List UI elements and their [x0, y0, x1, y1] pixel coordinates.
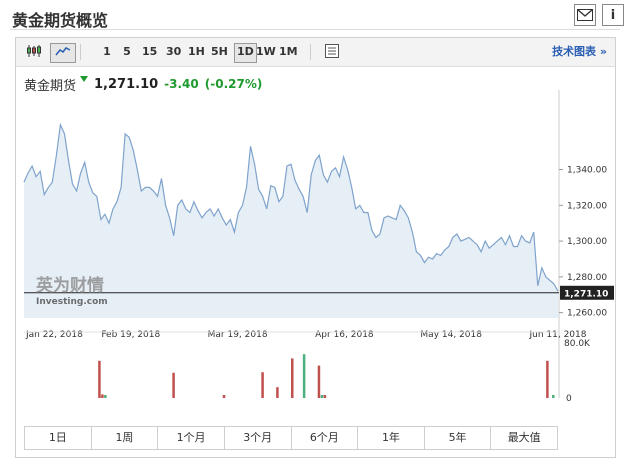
chart-panel: 1 5 15 30 1H 5H 1D 1W 1M 技术图表 » 黄金期货 1,271.10 -3… — [15, 37, 616, 458]
volume-bar — [546, 360, 549, 398]
price-area — [24, 124, 558, 318]
volume-bar — [98, 360, 101, 398]
range-button-4[interactable]: 6个月 — [291, 427, 359, 449]
volume-bar — [320, 395, 324, 398]
range-button-5[interactable]: 1年 — [358, 427, 425, 449]
mail-icon[interactable] — [574, 4, 596, 26]
range-selector: 1日 1周 1个月 3个月 6个月 1年 5年 最大值 — [24, 426, 558, 450]
current-price-label: 1,271.10 — [564, 289, 608, 299]
range-button-6[interactable]: 5年 — [424, 427, 492, 449]
y-tick-label: 1,280.00 — [567, 273, 607, 283]
watermark-logo-text: 英为财情 — [36, 275, 104, 296]
range-button-2[interactable]: 1个月 — [158, 427, 225, 449]
volume-bar — [302, 354, 306, 398]
volume-max-label: 80.0K — [564, 339, 591, 349]
volume-bar — [104, 395, 107, 398]
range-button-7[interactable]: 最大值 — [491, 427, 557, 449]
volume-bar — [291, 358, 294, 398]
y-tick-label: 1,260.00 — [567, 309, 607, 319]
range-button-1[interactable]: 1周 — [91, 427, 159, 449]
volume-bar — [323, 395, 327, 398]
y-tick-label: 1,300.00 — [567, 237, 607, 247]
range-button-0[interactable]: 1日 — [25, 427, 92, 449]
volume-bar — [276, 387, 279, 398]
watermark-brand-text: Investing.com — [36, 297, 108, 307]
volume-bar — [552, 395, 555, 398]
header-divider — [10, 29, 620, 30]
volume-bar — [172, 372, 175, 398]
y-tick-label: 1,320.00 — [567, 201, 607, 211]
gold-futures-widget: 黄金期货概览 i 1 5 15 30 1H 5H 1D 1W 1M 技术图表 »… — [0, 0, 630, 462]
volume-bar — [101, 394, 104, 398]
volume-bar — [317, 365, 321, 398]
y-tick-label: 1,340.00 — [567, 166, 607, 176]
price-chart[interactable]: 1,340.00 1,320.00 1,300.00 1,280.00 1,260.00… — [16, 38, 615, 418]
info-icon[interactable]: i — [602, 4, 624, 26]
volume-min-label: 0 — [566, 394, 572, 404]
volume-bar — [222, 395, 226, 398]
header-actions: i — [574, 4, 624, 26]
range-button-3[interactable]: 3个月 — [224, 427, 292, 449]
volume-bar — [261, 372, 264, 398]
page-title: 黄金期货概览 — [12, 11, 109, 30]
